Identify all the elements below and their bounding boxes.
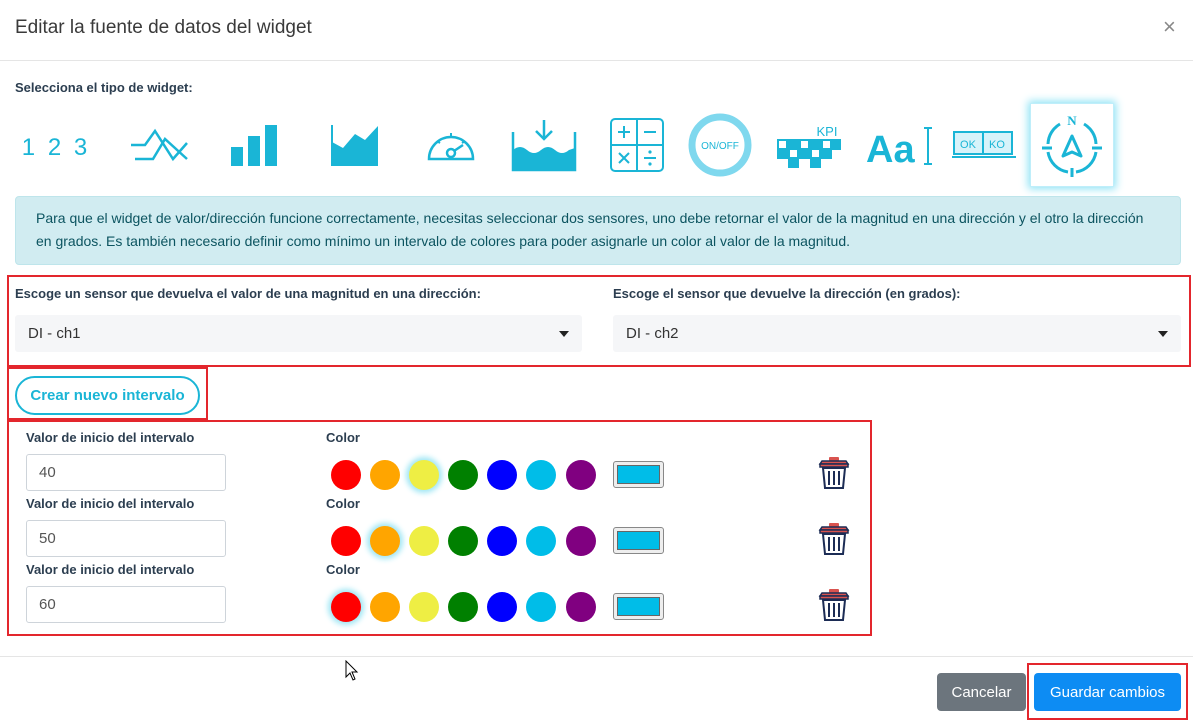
- color-swatch[interactable]: [566, 460, 596, 490]
- magnitude-sensor-value: DI - ch1: [28, 325, 81, 342]
- color-swatch[interactable]: [566, 592, 596, 622]
- widget-type-bar[interactable]: [213, 103, 297, 187]
- widget-type-numeric[interactable]: 1 2 3: [14, 103, 98, 187]
- svg-text:KO: KO: [989, 139, 1005, 151]
- color-preview-fill: [617, 465, 660, 484]
- direction-sensor-select[interactable]: DI - ch2: [613, 315, 1181, 352]
- bar-chart-icon: [231, 125, 277, 166]
- widget-type-tank[interactable]: [502, 103, 586, 187]
- color-swatch[interactable]: [370, 592, 400, 622]
- widget-type-okko[interactable]: OK KO: [943, 103, 1027, 187]
- direction-sensor-value: DI - ch2: [626, 325, 679, 342]
- widget-type-kpi[interactable]: KPI: [766, 103, 850, 187]
- widget-type-line[interactable]: [117, 103, 201, 187]
- calculator-icon: [610, 118, 664, 172]
- tank-level-icon: [511, 120, 577, 172]
- direction-sensor-label: Escoge el sensor que devuelve la direcci…: [613, 286, 961, 301]
- color-swatch[interactable]: [448, 592, 478, 622]
- color-swatch[interactable]: [370, 460, 400, 490]
- color-preview-fill: [617, 531, 660, 550]
- mouse-cursor-icon: [345, 660, 359, 681]
- widget-type-onoff[interactable]: ON/OFF: [678, 103, 762, 187]
- color-swatch[interactable]: [331, 460, 361, 490]
- delete-interval-icon[interactable]: [818, 588, 850, 622]
- text-icon: Aa: [866, 127, 932, 168]
- modal-title: Editar la fuente de datos del widget: [15, 17, 312, 38]
- widget-type-gauge[interactable]: [409, 103, 493, 187]
- color-swatch[interactable]: [448, 460, 478, 490]
- numeric-icon: 1 2 3: [22, 134, 90, 161]
- widget-type-calculator[interactable]: [595, 103, 679, 187]
- color-swatch[interactable]: [487, 460, 517, 490]
- interval-start-label: Valor de inicio del intervalo: [26, 496, 195, 511]
- interval-color-label: Color: [326, 430, 360, 445]
- info-alert: Para que el widget de valor/dirección fu…: [15, 196, 1181, 265]
- modal-header: Editar la fuente de datos del widget ×: [0, 0, 1193, 61]
- color-preview-fill: [617, 597, 660, 616]
- color-swatch[interactable]: [526, 526, 556, 556]
- color-swatch[interactable]: [409, 592, 439, 622]
- area-chart-icon: [331, 125, 378, 166]
- widget-type-area[interactable]: [313, 103, 397, 187]
- gauge-icon: [427, 133, 475, 161]
- custom-color-picker[interactable]: [613, 527, 664, 554]
- chevron-down-icon: [1158, 331, 1168, 337]
- color-swatch[interactable]: [409, 526, 439, 556]
- modal-footer-divider: [0, 656, 1193, 657]
- close-icon[interactable]: ×: [1163, 16, 1176, 38]
- color-swatch[interactable]: [409, 460, 439, 490]
- svg-text:N: N: [1067, 113, 1077, 128]
- color-swatch[interactable]: [487, 592, 517, 622]
- interval-color-label: Color: [326, 562, 360, 577]
- color-swatch[interactable]: [526, 460, 556, 490]
- widget-type-list: 1 2 3 ON/OFF KPI Aa OK KO N: [20, 103, 1120, 187]
- widget-type-compass[interactable]: N: [1030, 103, 1114, 187]
- interval-start-input[interactable]: 60: [26, 586, 226, 623]
- line-chart-icon: [131, 128, 188, 162]
- svg-text:OK: OK: [960, 139, 977, 151]
- delete-interval-icon[interactable]: [818, 456, 850, 490]
- save-button[interactable]: Guardar cambios: [1034, 673, 1181, 711]
- color-swatch[interactable]: [331, 526, 361, 556]
- interval-start-label: Valor de inicio del intervalo: [26, 430, 195, 445]
- color-swatch[interactable]: [331, 592, 361, 622]
- kpi-icon: KPI: [777, 124, 841, 168]
- svg-text:ON/OFF: ON/OFF: [701, 141, 739, 152]
- svg-text:KPI: KPI: [817, 124, 838, 139]
- create-interval-button[interactable]: Crear nuevo intervalo: [15, 376, 200, 415]
- color-swatch[interactable]: [526, 592, 556, 622]
- svg-text:1 2 3: 1 2 3: [22, 134, 90, 161]
- ok-ko-icon: OK KO: [952, 131, 1016, 158]
- magnitude-sensor-select[interactable]: DI - ch1: [15, 315, 582, 352]
- widget-type-label: Selecciona el tipo de widget:: [15, 80, 193, 95]
- color-swatch[interactable]: [566, 526, 596, 556]
- svg-text:Aa: Aa: [866, 129, 915, 168]
- color-swatch[interactable]: [487, 526, 517, 556]
- magnitude-sensor-label: Escoge un sensor que devuelva el valor d…: [15, 286, 481, 301]
- interval-start-label: Valor de inicio del intervalo: [26, 562, 195, 577]
- cancel-button[interactable]: Cancelar: [937, 673, 1026, 711]
- on-off-icon: ON/OFF: [688, 113, 752, 177]
- delete-interval-icon[interactable]: [818, 522, 850, 556]
- compass-icon: N: [1042, 113, 1102, 177]
- interval-start-input[interactable]: 50: [26, 520, 226, 557]
- color-swatch[interactable]: [448, 526, 478, 556]
- color-swatch[interactable]: [370, 526, 400, 556]
- widget-type-text[interactable]: Aa: [855, 103, 939, 187]
- chevron-down-icon: [559, 331, 569, 337]
- custom-color-picker[interactable]: [613, 461, 664, 488]
- interval-start-input[interactable]: 40: [26, 454, 226, 491]
- custom-color-picker[interactable]: [613, 593, 664, 620]
- interval-color-label: Color: [326, 496, 360, 511]
